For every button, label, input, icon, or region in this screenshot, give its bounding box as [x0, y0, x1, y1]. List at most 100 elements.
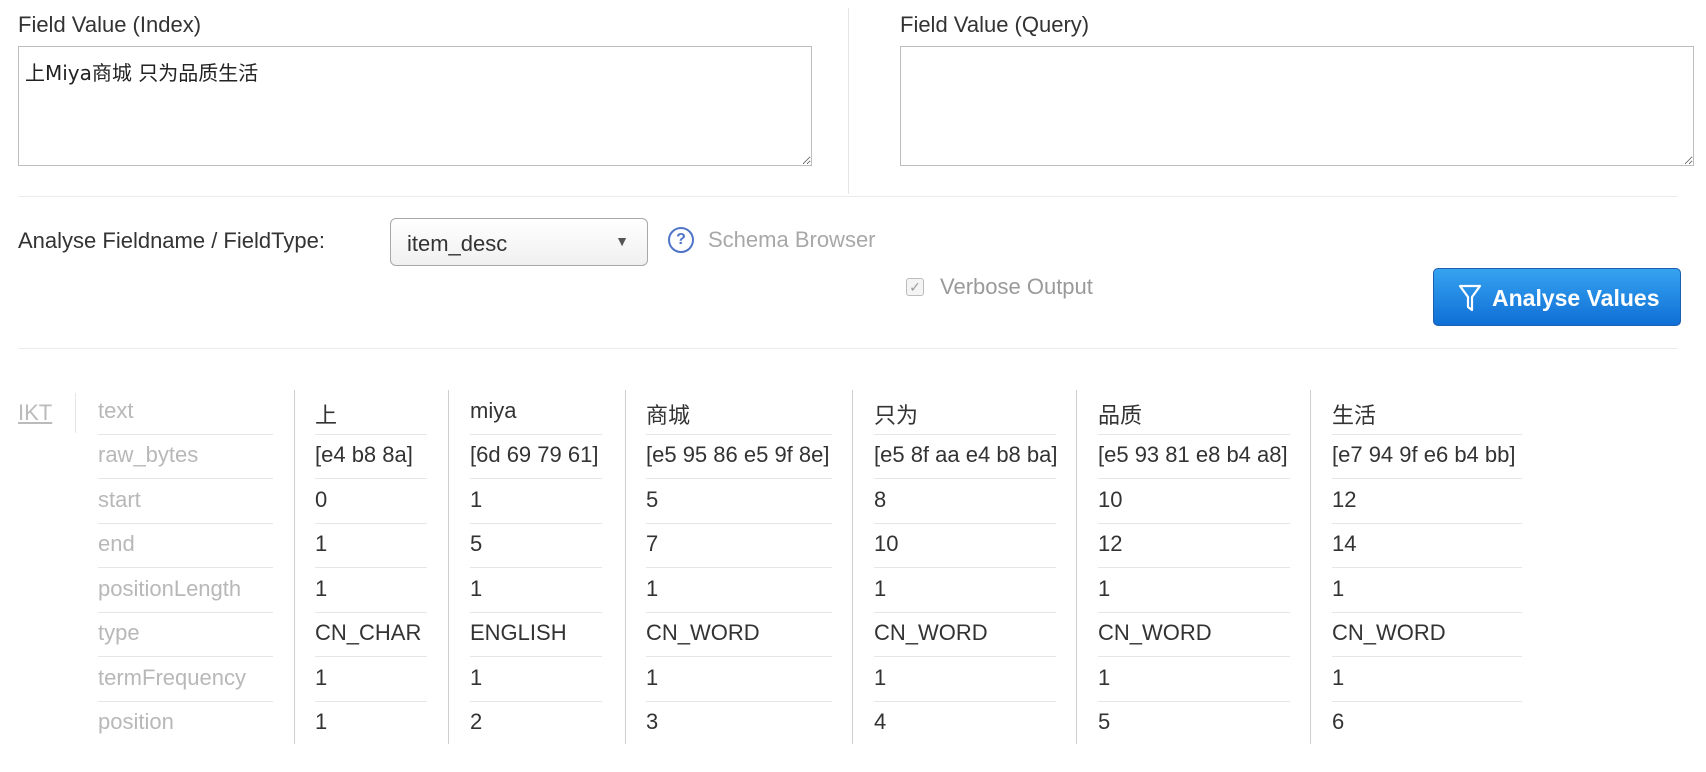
token-3-termFrequency: 1 — [646, 665, 659, 690]
token-4-termFrequency: 1 — [874, 665, 887, 690]
token-4-raw_bytes: [e5 8f aa e4 b8 ba] — [874, 442, 1058, 467]
column-divider — [848, 8, 849, 194]
token-3-text: 商城 — [646, 403, 691, 428]
query-value-input[interactable] — [900, 46, 1694, 166]
analyse-values-button[interactable]: Analyse Values — [1433, 268, 1681, 326]
token-row-divider — [470, 701, 602, 702]
token-2-position: 2 — [470, 709, 483, 734]
token-row-divider — [1332, 567, 1522, 568]
token-row-divider — [315, 701, 427, 702]
token-2-type: ENGLISH — [470, 620, 567, 645]
row-label-divider — [98, 478, 273, 479]
row-label-start: start — [98, 487, 141, 512]
token-5-type: CN_WORD — [1098, 620, 1212, 645]
token-column-divider — [852, 390, 853, 744]
token-row-divider — [874, 701, 1056, 702]
token-1-position: 1 — [315, 709, 328, 734]
help-icon[interactable]: ? — [668, 227, 694, 253]
token-1-start: 0 — [315, 487, 328, 512]
token-6-positionLength: 1 — [1332, 576, 1345, 601]
token-row-divider — [1098, 567, 1290, 568]
token-row-divider — [470, 567, 602, 568]
token-4-start: 8 — [874, 487, 887, 512]
row-label-termFrequency: termFrequency — [98, 665, 246, 690]
schema-browser-link[interactable]: Schema Browser — [708, 227, 876, 253]
token-row-divider — [646, 434, 832, 435]
token-row-divider — [470, 478, 602, 479]
token-row-divider — [1098, 656, 1290, 657]
row-label-divider — [98, 656, 273, 657]
token-row-divider — [1332, 612, 1522, 613]
token-row-divider — [315, 567, 427, 568]
verbose-output-checkbox[interactable]: ✓ — [906, 278, 924, 296]
fieldname-select[interactable]: item_desc ▼ — [390, 218, 648, 266]
row-label-position: position — [98, 709, 174, 734]
row-label-divider — [98, 567, 273, 568]
token-3-end: 7 — [646, 531, 659, 556]
token-row-divider — [646, 656, 832, 657]
token-row-divider — [1098, 701, 1290, 702]
token-row-divider — [1332, 656, 1522, 657]
token-row-divider — [315, 478, 427, 479]
token-1-termFrequency: 1 — [315, 665, 328, 690]
token-row-divider — [874, 478, 1056, 479]
token-5-end: 12 — [1098, 531, 1123, 556]
token-column-divider — [294, 390, 295, 744]
token-row-divider — [1332, 523, 1522, 524]
token-6-text: 生活 — [1332, 403, 1377, 428]
token-1-raw_bytes: [e4 b8 8a] — [315, 442, 413, 467]
token-row-divider — [1098, 478, 1290, 479]
row-label-positionLength: positionLength — [98, 576, 242, 601]
token-row-divider — [1098, 523, 1290, 524]
token-row-divider — [470, 523, 602, 524]
token-4-end: 10 — [874, 531, 899, 556]
token-5-position: 5 — [1098, 709, 1111, 734]
token-6-termFrequency: 1 — [1332, 665, 1345, 690]
row-label-divider — [98, 612, 273, 613]
row-label-text: text — [98, 398, 134, 423]
token-2-end: 5 — [470, 531, 483, 556]
token-6-position: 6 — [1332, 709, 1345, 734]
token-row-divider — [874, 656, 1056, 657]
row-label-end: end — [98, 531, 135, 556]
token-3-start: 5 — [646, 487, 659, 512]
token-5-start: 10 — [1098, 487, 1123, 512]
fieldname-select-value: item_desc — [407, 231, 508, 256]
token-row-divider — [646, 478, 832, 479]
index-value-input[interactable]: 上Miya商城 只为品质生活 — [18, 46, 812, 166]
token-5-positionLength: 1 — [1098, 576, 1111, 601]
token-5-raw_bytes: [e5 93 81 e8 b4 a8] — [1098, 442, 1288, 467]
token-1-type: CN_CHAR — [315, 620, 422, 645]
query-field-label: Field Value (Query) — [900, 12, 1090, 37]
token-row-divider — [646, 612, 832, 613]
analyzer-name-link[interactable]: IKT — [18, 400, 52, 426]
verbose-output-label: Verbose Output — [940, 274, 1093, 299]
token-4-position: 4 — [874, 709, 887, 734]
token-column-divider — [1310, 390, 1311, 744]
token-1-end: 1 — [315, 531, 328, 556]
token-6-start: 12 — [1332, 487, 1357, 512]
token-2-positionLength: 1 — [470, 576, 483, 601]
filter-icon — [1458, 284, 1482, 312]
token-row-divider — [874, 612, 1056, 613]
token-6-type: CN_WORD — [1332, 620, 1446, 645]
row-label-type: type — [98, 620, 140, 645]
row-label-divider — [98, 701, 273, 702]
token-2-raw_bytes: [6d 69 79 61] — [470, 442, 599, 467]
token-1-text: 上 — [315, 403, 338, 428]
token-5-text: 品质 — [1098, 403, 1143, 428]
section-divider — [18, 196, 1678, 197]
token-row-divider — [315, 434, 427, 435]
token-row-divider — [1332, 478, 1522, 479]
results-divider — [18, 348, 1678, 349]
token-row-divider — [874, 434, 1056, 435]
token-6-end: 14 — [1332, 531, 1357, 556]
analyzer-divider — [75, 393, 76, 433]
token-column-divider — [625, 390, 626, 744]
token-row-divider — [470, 434, 602, 435]
token-row-divider — [315, 612, 427, 613]
token-6-raw_bytes: [e7 94 9f e6 b4 bb] — [1332, 442, 1516, 467]
token-row-divider — [874, 567, 1056, 568]
token-column-divider — [448, 390, 449, 744]
token-row-divider — [646, 701, 832, 702]
